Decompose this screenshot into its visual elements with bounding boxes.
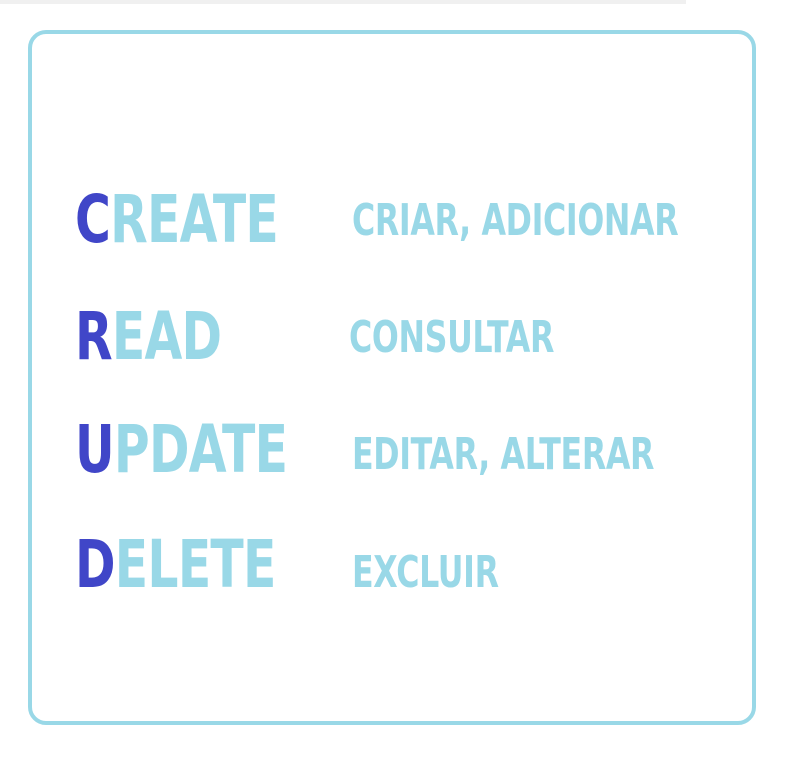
term-delete: DELETE xyxy=(75,525,276,605)
translation-read: CONSULTAR xyxy=(349,312,555,363)
term-create-initial: C xyxy=(75,181,111,258)
term-create: CREATE xyxy=(75,180,279,260)
term-delete-rest: ELETE xyxy=(114,526,277,603)
translation-delete: EXCLUIR xyxy=(352,547,499,598)
top-strip xyxy=(0,0,686,4)
term-delete-initial: D xyxy=(75,526,116,603)
term-update: UPDATE xyxy=(75,410,288,490)
term-read-initial: R xyxy=(75,298,113,375)
term-update-rest: PDATE xyxy=(113,411,288,488)
term-read: READ xyxy=(75,297,222,377)
term-create-rest: REATE xyxy=(110,181,279,258)
crud-card xyxy=(28,30,756,725)
translation-create: CRIAR, ADICIONAR xyxy=(352,195,679,246)
term-update-initial: U xyxy=(75,411,115,488)
term-read-rest: EAD xyxy=(111,298,222,375)
translation-update: EDITAR, ALTERAR xyxy=(352,429,655,480)
